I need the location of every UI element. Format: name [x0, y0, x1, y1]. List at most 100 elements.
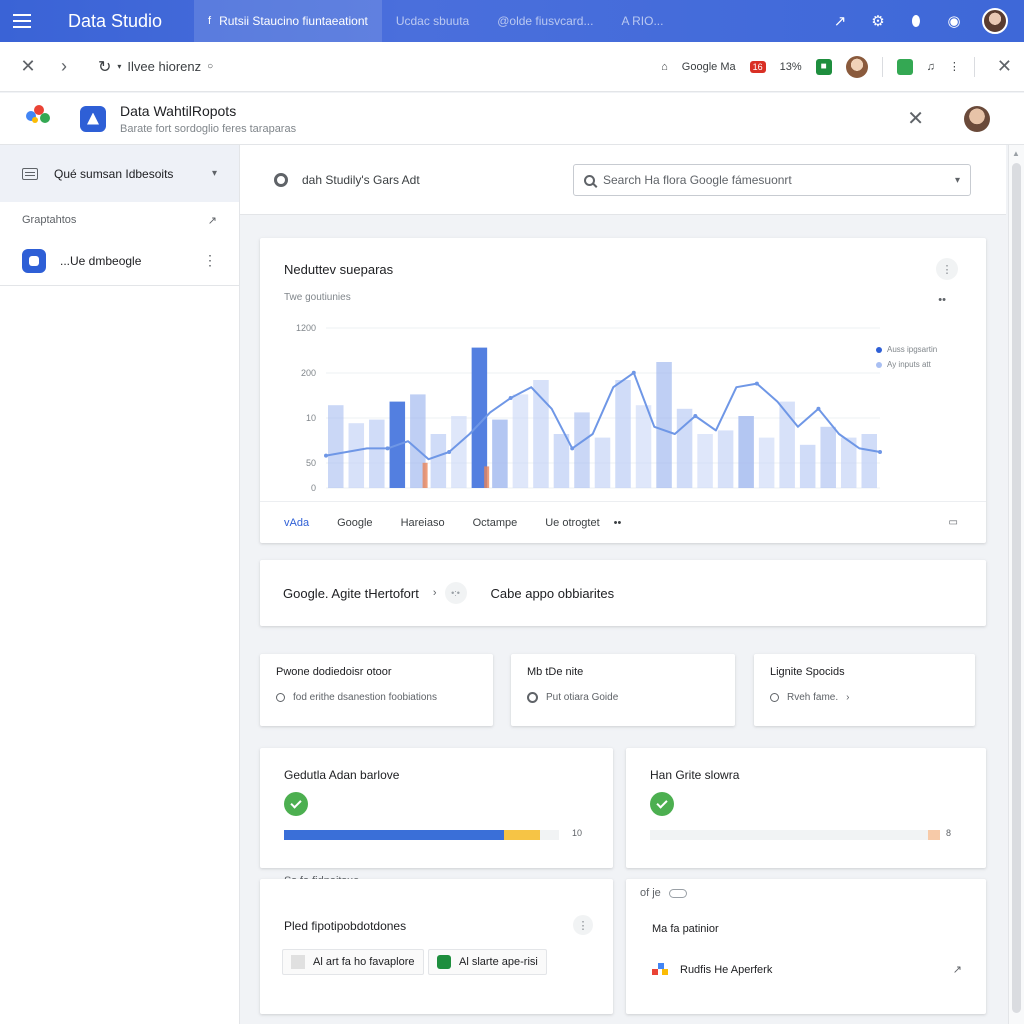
chip-api[interactable]: Al slarte ape-risi: [428, 949, 547, 975]
partner-link-label: Rudfis He Aperferk: [680, 964, 773, 976]
address-text: Ilvee hiorenz: [127, 59, 202, 74]
sidebar-header[interactable]: Qué sumsan Idbesoits ▾: [0, 145, 239, 202]
datasource-icon: [22, 248, 46, 273]
sidebar-item-datasource[interactable]: ...Ue dmbeogle ⋮: [0, 236, 239, 286]
partner-link[interactable]: Rudfis He Aperferk: [652, 963, 772, 977]
tab-label: Rutsii Staucino fiuntaeationt: [219, 14, 368, 28]
chart-bar-accent: [422, 462, 428, 488]
sheets-icon[interactable]: [896, 58, 913, 75]
bell-icon[interactable]: ♫: [927, 61, 935, 73]
chart-bar: [492, 419, 508, 488]
bottom-right-sub: Ma fa patinior: [652, 923, 719, 935]
menu-icon[interactable]: [0, 0, 44, 42]
chart-bar: [328, 405, 344, 488]
zoom-level: 13%: [779, 60, 802, 73]
line-point: [508, 396, 513, 400]
chart-bar: [369, 419, 385, 488]
scroll-thumb[interactable]: [1012, 163, 1021, 1013]
line-point: [570, 446, 575, 451]
edit-icon[interactable]: ↗: [208, 214, 217, 227]
chart-tab-google[interactable]: Google: [337, 517, 372, 529]
legend-item: Auss ipgsartin: [876, 345, 937, 354]
mini-card-1[interactable]: Pwone dodiedoisr otoor fod erithe dsanes…: [260, 654, 493, 726]
check-icon: [650, 792, 674, 816]
legend-label: Ay inputs att: [887, 360, 931, 369]
kebab-icon[interactable]: ⋮: [573, 915, 593, 935]
toggle-icon[interactable]: [668, 888, 687, 898]
chart-bar: [553, 434, 570, 488]
mini-card-title: Lignite Spocids: [770, 666, 845, 678]
chart-bar: [594, 437, 611, 488]
kebab-icon[interactable]: ⋮: [936, 258, 958, 280]
status-card-2: Han Grite slowra 8: [626, 748, 986, 868]
filter-label: dah Studily's Gars Adt: [302, 172, 420, 187]
line-point: [324, 453, 328, 458]
circle-icon: ○: [207, 61, 214, 72]
owner-avatar[interactable]: [964, 105, 990, 132]
promo-right-label: Cabe appo obbiarites: [490, 585, 615, 601]
chart-bar: [820, 426, 836, 488]
blocks-icon: [652, 963, 670, 977]
chart-tab-target[interactable]: Ue otrogtet: [545, 517, 599, 529]
chart-bar: [656, 362, 672, 488]
mini-card-3[interactable]: Lignite Spocids Rveh fame. ›: [754, 654, 975, 726]
mini-card-2[interactable]: Mb tDe nite Put otiara Goide: [511, 654, 735, 726]
chart-tab-vada[interactable]: vAda: [284, 517, 309, 529]
progress-value: 10: [572, 828, 583, 838]
more-icon[interactable]: ⋮: [203, 252, 217, 269]
edit-icon[interactable]: ↗: [953, 963, 962, 976]
bar-line-chart: 120020010500SarumAadaSartosSipioSarm: [296, 323, 882, 493]
user-avatar[interactable]: [982, 8, 1008, 34]
close-nav-icon[interactable]: ✕: [10, 49, 46, 85]
chart-bar: [799, 444, 816, 488]
mini-card-sub: fod erithe dsanestion foobiations: [293, 692, 437, 703]
progress-bar: [284, 830, 559, 840]
address-area[interactable]: ↻ ▾ Ilvee hiorenz ○: [98, 57, 213, 77]
more-icon[interactable]: ••: [614, 517, 622, 529]
account-icon[interactable]: ◉: [944, 11, 964, 31]
lock-icon: ⌂: [661, 60, 668, 73]
status-card-1: Gedutla Adan barlove 10: [260, 748, 613, 868]
shield-icon[interactable]: ⬮: [906, 11, 926, 31]
check-icon: [284, 792, 308, 816]
promo-card[interactable]: Google. Agite tHertofort › •:• Cabe appo…: [260, 560, 986, 626]
chevron-down-icon[interactable]: ▾: [212, 168, 217, 179]
tab-second[interactable]: Ucdac sbuuta: [382, 0, 483, 42]
arrow-icon[interactable]: ↗: [830, 11, 850, 31]
tab-report[interactable]: f Rutsii Staucino fiuntaeationt: [194, 0, 382, 42]
line-point: [816, 406, 821, 411]
status-title: Han Grite slowra: [650, 768, 740, 782]
chart-tab-octampe[interactable]: Octampe: [473, 517, 518, 529]
refresh-icon[interactable]: ↻: [98, 57, 111, 77]
sheets-icon: [437, 955, 451, 969]
scrollbar[interactable]: ▲: [1008, 145, 1024, 1024]
sidebar: Qué sumsan Idbesoits ▾ Graptahtos ↗ ...U…: [0, 145, 240, 1024]
search-input[interactable]: Search Ha flora Google fámesuonrt ▾: [573, 164, 971, 196]
sidebar-header-label: Qué sumsan Idbesoits: [54, 166, 174, 181]
promo-left-label: Google. Agite tHertofort: [283, 585, 419, 601]
divider: [973, 56, 975, 77]
gear-icon[interactable]: ⚙: [868, 11, 888, 31]
chart-bar: [430, 434, 447, 488]
kebab-icon[interactable]: ⋮: [949, 60, 960, 73]
tab-fourth[interactable]: A RIO...: [607, 0, 677, 42]
list-icon: [22, 167, 38, 180]
chevron-right-icon[interactable]: ›: [46, 49, 82, 85]
chip-explore[interactable]: Al art fa ho favaplore: [282, 949, 424, 975]
extension-icon[interactable]: ■: [815, 58, 832, 75]
close-icon[interactable]: ✕: [997, 56, 1012, 77]
tab-third[interactable]: @olde fiusvcard...: [483, 0, 607, 42]
radio-icon[interactable]: [274, 172, 288, 187]
chart-card: Neduttev sueparas Twe goutiunies ⋮ •• 12…: [260, 238, 986, 543]
scroll-up-icon[interactable]: ▲: [1012, 149, 1020, 158]
chart-bar: [574, 412, 590, 488]
line-point: [878, 450, 882, 454]
progress-value: 8: [946, 828, 952, 838]
close-icon[interactable]: ✕: [907, 106, 924, 131]
chevron-down-icon[interactable]: ▾: [955, 175, 960, 186]
divider: [881, 56, 883, 77]
y-tick-label: 0: [311, 483, 316, 493]
chart-tab-hareiaso[interactable]: Hareiaso: [401, 517, 445, 529]
profile-avatar[interactable]: [845, 55, 868, 78]
expand-icon[interactable]: ▭: [949, 517, 958, 528]
